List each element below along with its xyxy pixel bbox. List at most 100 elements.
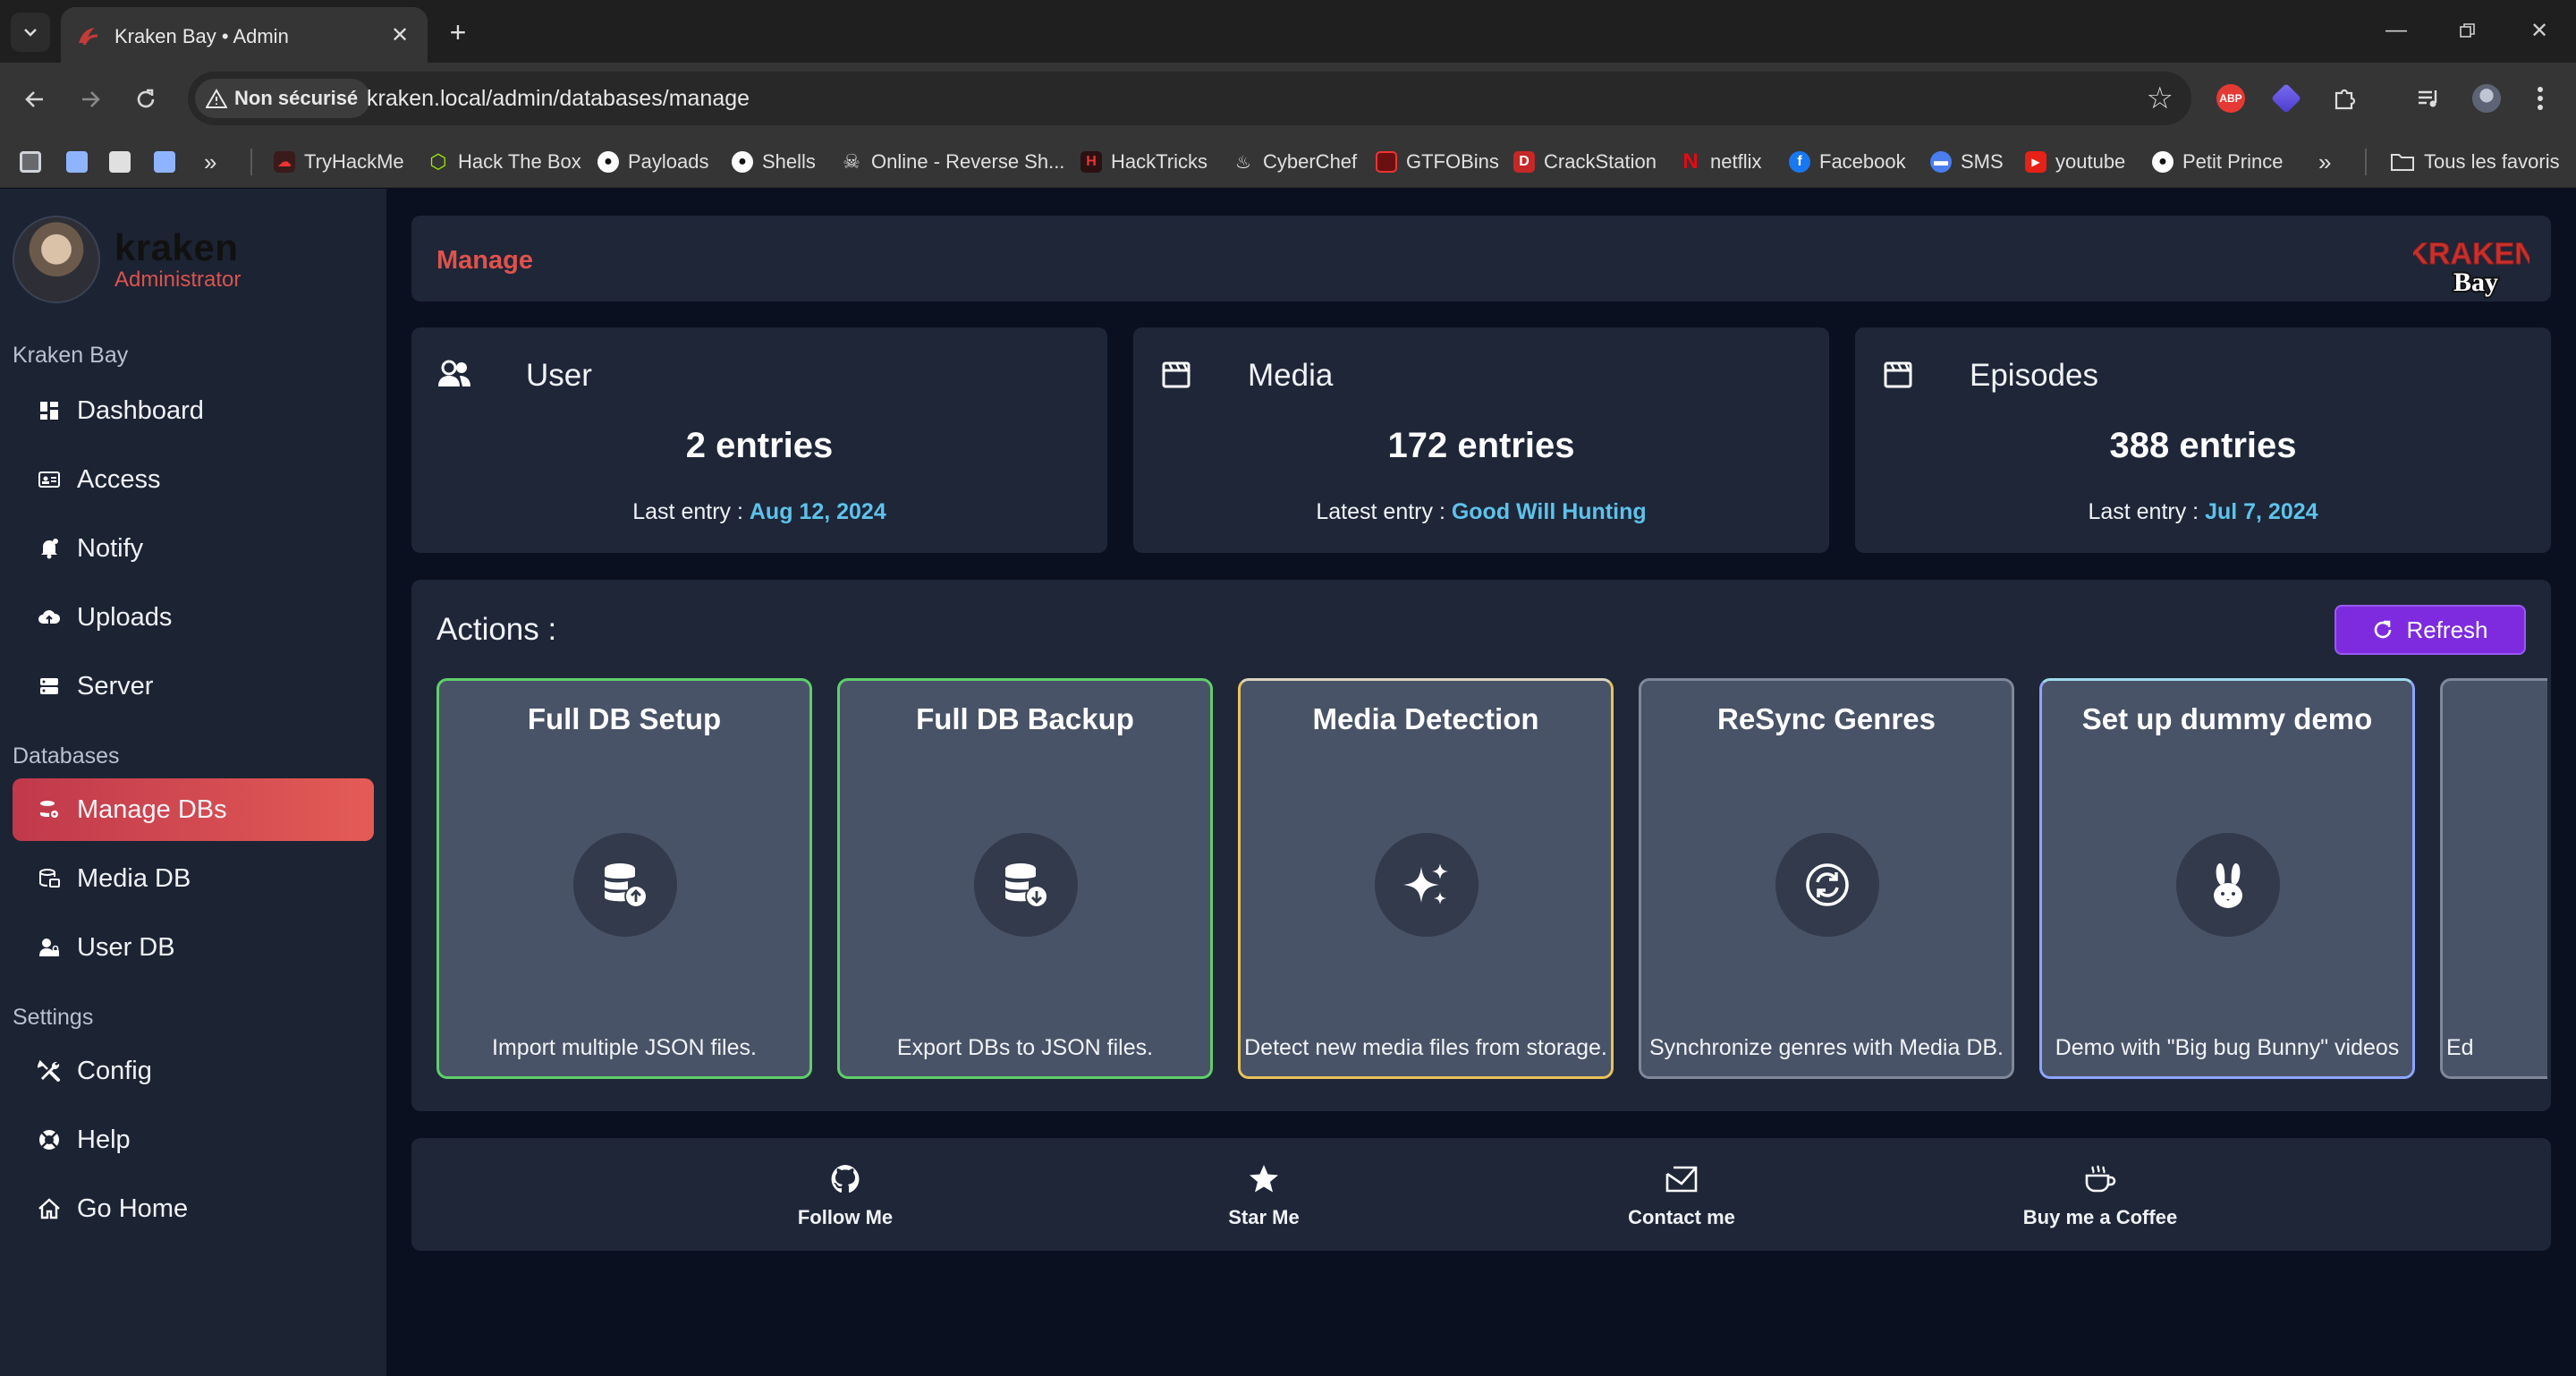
close-tab-icon[interactable]: ✕ <box>385 20 415 50</box>
bookmark-square-4[interactable] <box>154 147 175 177</box>
skull-icon: ☠ <box>843 150 860 173</box>
action-title: ReSync Genres <box>1717 702 1936 735</box>
bookmark-square-2[interactable] <box>66 147 88 177</box>
database-download-icon <box>974 833 1078 937</box>
bookmark-cyberchef[interactable]: ♨ CyberChef <box>1233 147 1357 177</box>
new-tab-button[interactable]: + <box>440 14 476 50</box>
action-card-full-db-setup[interactable]: Full DB Setup Import multiple JSON files… <box>436 678 812 1079</box>
sidebar-item-label: Manage DBs <box>77 794 227 824</box>
address-bar[interactable]: Non sécurisé kraken.local/admin/database… <box>188 72 2191 125</box>
tab-title: Kraken Bay • Admin <box>114 25 289 47</box>
star-icon <box>1250 1165 1278 1193</box>
sidebar-item-label: Config <box>77 1056 152 1085</box>
action-card-resync-genres[interactable]: ReSync Genres Synchronize genres with Me… <box>1639 678 2014 1079</box>
bell-icon <box>38 537 61 560</box>
sidebar-item-uploads[interactable]: Uploads <box>13 586 374 649</box>
bookmark-facebook[interactable]: f Facebook <box>1789 147 1906 177</box>
hacktricks-icon: H <box>1080 151 1102 173</box>
facebook-icon: f <box>1789 151 1810 173</box>
sidebar-item-server[interactable]: Server <box>13 655 374 718</box>
tab-list-button[interactable] <box>11 13 50 52</box>
forward-icon[interactable] <box>70 79 111 120</box>
github-icon: ● <box>732 151 753 173</box>
sidebar-item-access[interactable]: Access <box>13 448 374 511</box>
sidebar-item-label: User DB <box>77 932 175 962</box>
contact-me-link[interactable]: Contact me <box>1574 1161 1789 1229</box>
sidebar-item-user-db[interactable]: User DB <box>13 916 374 979</box>
stat-footer-value[interactable]: Good Will Hunting <box>1452 499 1647 524</box>
restore-icon[interactable] <box>2445 11 2490 50</box>
sidebar-item-dashboard[interactable]: Dashboard <box>13 379 374 442</box>
crackstation-icon: D <box>1513 151 1535 173</box>
action-card-media-detection[interactable]: Media Detection Detect new media files f… <box>1238 678 1614 1079</box>
browser-tab[interactable]: Kraken Bay • Admin ✕ <box>61 7 428 63</box>
bookmark-crackstation[interactable]: D CrackStation <box>1513 147 1657 177</box>
bookmark-hacktricks[interactable]: H HackTricks <box>1080 147 1208 177</box>
bookmark-reverse-shell[interactable]: ☠ Online - Reverse Sh... <box>841 147 1064 177</box>
extensions-puzzle-icon[interactable] <box>2327 81 2363 116</box>
star-me-link[interactable]: Star Me <box>1157 1161 1371 1229</box>
sidebar-item-media-db[interactable]: Media DB <box>13 847 374 910</box>
bookmark-shells[interactable]: ● Shells <box>732 147 816 177</box>
stat-footer: Last entry : Jul 7, 2024 <box>2088 499 2318 524</box>
url-text[interactable]: kraken.local/admin/databases/manage <box>367 86 750 112</box>
back-icon[interactable] <box>14 79 55 120</box>
profile-role: Administrator <box>114 268 242 292</box>
stat-footer-value[interactable]: Aug 12, 2024 <box>750 499 886 524</box>
github-icon: ● <box>597 151 619 173</box>
svg-text:KRAKEN: KRAKEN <box>2413 237 2529 271</box>
stat-value: 2 entries <box>685 426 834 465</box>
users-icon <box>438 360 470 386</box>
sidebar-item-manage-dbs[interactable]: Manage DBs <box>13 778 374 841</box>
minimize-icon[interactable]: — <box>2374 11 2419 50</box>
bookmark-petit-prince[interactable]: ● Petit Prince <box>2152 147 2284 177</box>
cloud-upload-icon <box>38 606 61 629</box>
action-description: Demo with "Big bug Bunny" videos <box>2055 1035 2400 1060</box>
bookmark-gtfobins[interactable]: GTFOBins <box>1376 147 1499 177</box>
buy-coffee-link[interactable]: Buy me a Coffee <box>1993 1161 2207 1229</box>
nav-section-kraken-bay: Kraken Bay <box>13 343 129 368</box>
avatar[interactable] <box>13 216 100 303</box>
sidebar-item-help[interactable]: Help <box>13 1108 374 1171</box>
profile-name: kraken <box>114 226 239 268</box>
security-chip[interactable]: Non sécurisé <box>195 79 371 118</box>
sidebar-item-config[interactable]: Config <box>13 1040 374 1102</box>
bookmarks-more-icon[interactable]: » <box>2318 147 2331 177</box>
extension-diamond-icon[interactable] <box>2268 81 2304 116</box>
action-title: Full DB Backup <box>916 702 1134 735</box>
action-description: Synchronize genres with Media DB. <box>1648 1035 2004 1060</box>
media-control-icon[interactable] <box>2411 81 2447 116</box>
page-title: Manage <box>436 246 533 275</box>
bookmark-payloads[interactable]: ● Payloads <box>597 147 709 177</box>
profile-avatar-icon[interactable] <box>2469 81 2504 116</box>
follow-me-link[interactable]: Follow Me <box>738 1161 953 1229</box>
refresh-button[interactable]: Refresh <box>2334 605 2526 655</box>
kebab-menu-icon[interactable] <box>2522 81 2558 116</box>
bookmark-star-icon[interactable]: ☆ <box>2147 81 2174 116</box>
hackthebox-icon: ⬡ <box>429 150 447 173</box>
close-window-icon[interactable]: ✕ <box>2517 11 2562 50</box>
bookmark-youtube[interactable]: ▶ youtube <box>2025 147 2125 177</box>
bookmarks-overflow-icon[interactable]: » <box>204 147 216 177</box>
bookmark-square-3[interactable] <box>109 147 131 177</box>
all-bookmarks-folder[interactable]: Tous les favoris <box>2390 147 2560 177</box>
sidebar-item-notify[interactable]: Notify <box>13 517 374 580</box>
actions-carousel[interactable]: Full DB Setup Import multiple JSON files… <box>436 678 2547 1081</box>
sidebar-item-go-home[interactable]: Go Home <box>13 1177 374 1240</box>
action-card-full-db-backup[interactable]: Full DB Backup Export DBs to JSON files. <box>837 678 1213 1079</box>
bookmark-sms[interactable]: ▬ SMS <box>1930 147 2004 177</box>
bookmark-square-1[interactable] <box>20 147 41 177</box>
bookmark-tryhackme[interactable]: ☁ TryHackMe <box>274 147 404 177</box>
adblock-icon[interactable]: ABP <box>2213 81 2249 116</box>
stat-footer-value[interactable]: Jul 7, 2024 <box>2205 499 2318 524</box>
database-upload-icon <box>573 833 677 937</box>
bookmark-netflix[interactable]: Nnetflix <box>1680 147 1761 177</box>
action-card-dummy-demo[interactable]: Set up dummy demo Demo with "Big bug Bun… <box>2039 678 2415 1079</box>
rabbit-icon <box>2176 833 2280 937</box>
page-header: Manage KRAKEN Bay <box>411 216 2551 302</box>
bookmark-hackthebox[interactable]: ⬡ Hack The Box <box>428 147 580 177</box>
action-description: Export DBs to JSON files. <box>896 1035 1154 1060</box>
github-icon: ● <box>2152 151 2174 173</box>
reload-icon[interactable] <box>125 79 166 120</box>
action-card-partial[interactable]: Ed <box>2440 678 2547 1079</box>
